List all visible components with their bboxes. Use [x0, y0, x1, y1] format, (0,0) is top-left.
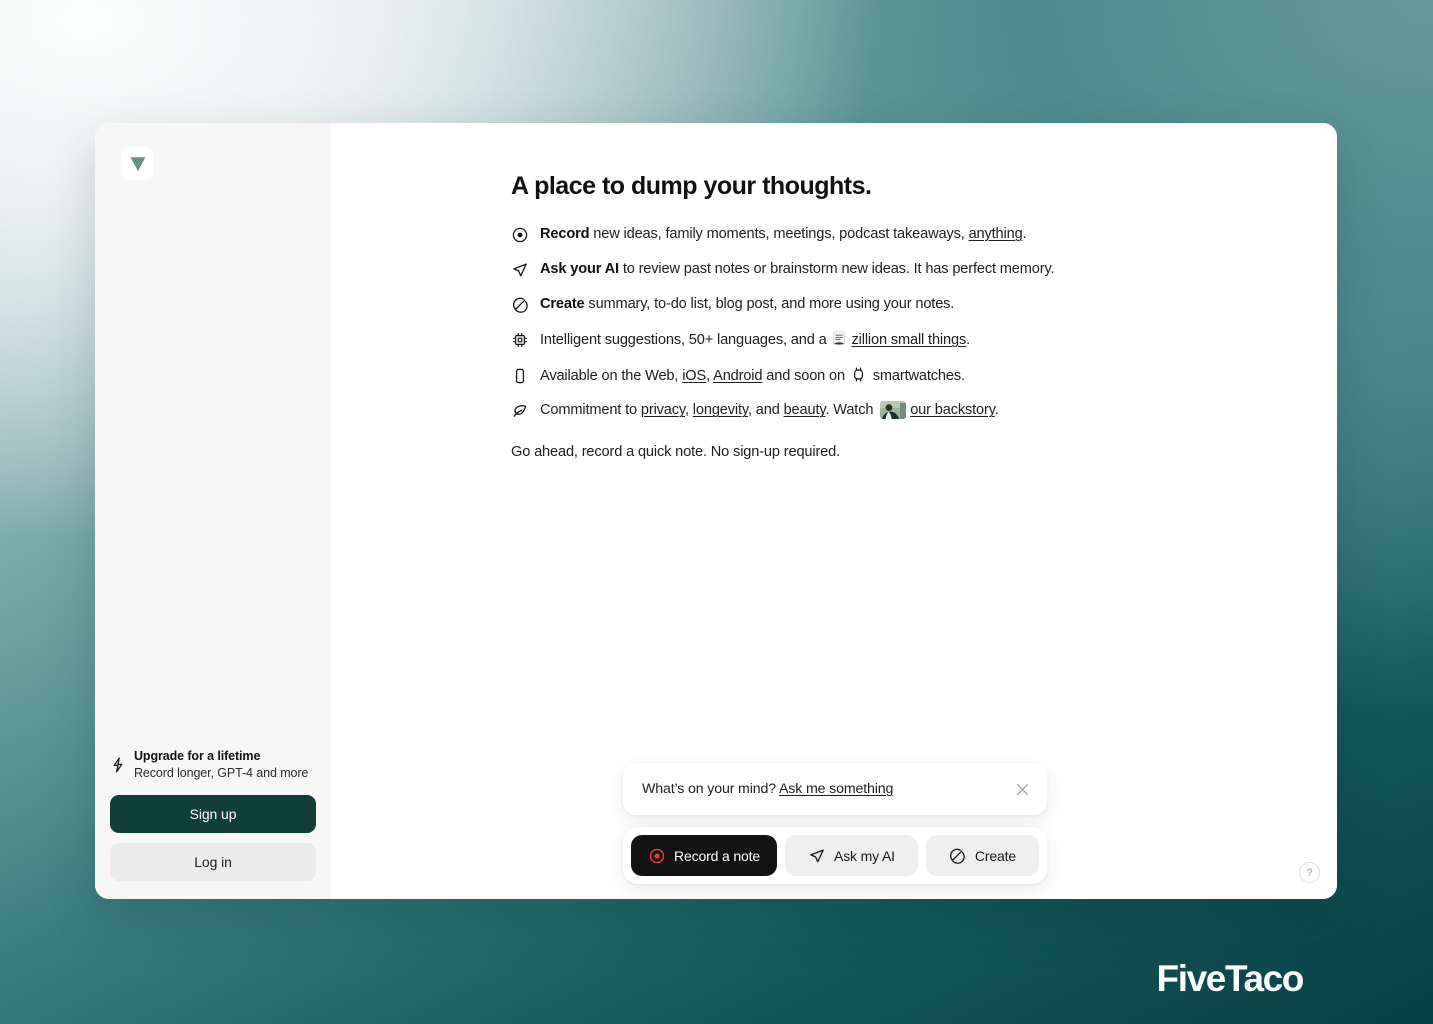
help-button[interactable]: ? [1299, 862, 1320, 883]
feature-body-suggestions: Intelligent suggestions, 50+ languages, … [540, 332, 831, 348]
commitment-sep-1: , [684, 402, 693, 419]
ask-me-something-link[interactable]: Ask me something [779, 781, 893, 797]
feature-row-record: Record new ideas, family moments, meetin… [511, 225, 1211, 244]
feature-text-commitment: Commitment to privacy, longevity, and be… [540, 401, 999, 420]
cpu-chip-icon [511, 331, 529, 349]
feature-row-ask-ai: Ask your AI to review past notes or brai… [511, 260, 1211, 279]
feature-row-suggestions: Intelligent suggestions, 50+ languages, … [511, 330, 1211, 350]
link-privacy[interactable]: privacy [641, 402, 685, 418]
feature-text-create: Create summary, to-do list, blog post, a… [540, 295, 954, 314]
app-logo[interactable] [121, 147, 154, 180]
prompt-static-text: What’s on your mind? [642, 781, 779, 797]
composer: What’s on your mind? Ask me something Re [623, 763, 1047, 884]
platform-tail: smartwatches. [868, 367, 965, 384]
feature-lead-record: Record [540, 226, 590, 242]
ask-my-ai-button[interactable]: Ask my AI [785, 835, 918, 876]
intro-content: A place to dump your thoughts. Record ne… [511, 172, 1211, 460]
link-anything[interactable]: anything [969, 226, 1023, 242]
feature-row-commitment: Commitment to privacy, longevity, and be… [511, 401, 1211, 420]
feature-text-ask-ai: Ask your AI to review past notes or brai… [540, 260, 1055, 279]
commitment-sep-2: , and [747, 402, 784, 419]
sign-up-button[interactable]: Sign up [110, 795, 316, 833]
paper-plane-icon [808, 847, 825, 864]
feature-body-ask-ai: to review past notes or brainstorm new i… [618, 261, 1055, 277]
mobile-phone-icon [511, 367, 529, 385]
sidebar: Upgrade for a lifetime Record longer, GP… [95, 123, 331, 899]
feature-tail-record: . [1022, 226, 1027, 242]
record-a-note-label: Record a note [674, 847, 760, 864]
watermark-fivetaco: FiveTaco [1156, 958, 1305, 999]
app-logo-icon [128, 154, 148, 174]
main-panel: A place to dump your thoughts. Record ne… [331, 123, 1337, 899]
feature-body-platforms: Available on the Web, [540, 367, 683, 384]
app-window: Upgrade for a lifetime Record longer, GP… [95, 123, 1337, 899]
feature-body-record: new ideas, family moments, meetings, pod… [589, 226, 969, 242]
create-slash-circle-icon [511, 296, 529, 314]
link-android[interactable]: Android [713, 368, 762, 384]
leaf-icon [511, 402, 529, 420]
record-a-note-button[interactable]: Record a note [631, 835, 777, 876]
prompt-text: What’s on your mind? Ask me something [642, 781, 1013, 797]
action-bar: Record a note Ask my AI Create [623, 827, 1047, 884]
feature-tail-platforms: and soon on [762, 367, 849, 384]
sidebar-bottom-section: Upgrade for a lifetime Record longer, GP… [95, 748, 331, 899]
close-icon[interactable] [1013, 780, 1031, 798]
feature-tail-suggestions: . [966, 332, 970, 348]
log-in-button[interactable]: Log in [110, 843, 316, 881]
feature-lead-create: Create [540, 296, 585, 312]
link-zillion-small-things[interactable]: zillion small things [851, 332, 966, 348]
upgrade-subtitle: Record longer, GPT-4 and more [134, 765, 309, 780]
feature-text-suggestions: Intelligent suggestions, 50+ languages, … [540, 330, 970, 350]
upgrade-title: Upgrade for a lifetime [134, 749, 261, 763]
lightning-bolt-icon [111, 757, 125, 773]
closing-text: Go ahead, record a quick note. No sign-u… [511, 444, 841, 461]
paper-plane-icon [511, 261, 529, 279]
create-button[interactable]: Create [925, 835, 1040, 876]
ask-my-ai-label: Ask my AI [834, 847, 895, 864]
page-title: A place to dump your thoughts. [511, 172, 872, 200]
feature-body-create: summary, to-do list, blog post, and more… [584, 296, 955, 312]
commitment-watch-text: . Watch [825, 402, 878, 419]
feature-row-create: Create summary, to-do list, blog post, a… [511, 295, 1211, 314]
upgrade-promo[interactable]: Upgrade for a lifetime Record longer, GP… [110, 748, 316, 795]
record-circle-icon [648, 847, 665, 864]
link-ios[interactable]: iOS [682, 368, 706, 384]
create-slash-circle-icon [949, 847, 966, 864]
feature-body-commitment: Commitment to [540, 402, 641, 419]
smartwatch-icon [851, 366, 866, 383]
feature-lead-ask-ai: Ask your AI [540, 261, 619, 277]
link-beauty[interactable]: beauty [784, 402, 826, 418]
link-our-backstory[interactable]: our backstory [910, 402, 995, 418]
backstory-video-thumbnail[interactable] [880, 401, 907, 420]
feature-text-platforms: Available on the Web, iOS, Android and s… [540, 366, 965, 386]
pages-emoji-icon [831, 330, 848, 347]
prompt-bar[interactable]: What’s on your mind? Ask me something [623, 763, 1047, 815]
feature-row-platforms: Available on the Web, iOS, Android and s… [511, 366, 1211, 386]
commitment-tail: . [994, 402, 999, 419]
create-label: Create [974, 847, 1017, 864]
link-longevity[interactable]: longevity [693, 402, 748, 418]
feature-text-record: Record new ideas, family moments, meetin… [540, 225, 1027, 244]
record-circle-icon [511, 226, 529, 244]
